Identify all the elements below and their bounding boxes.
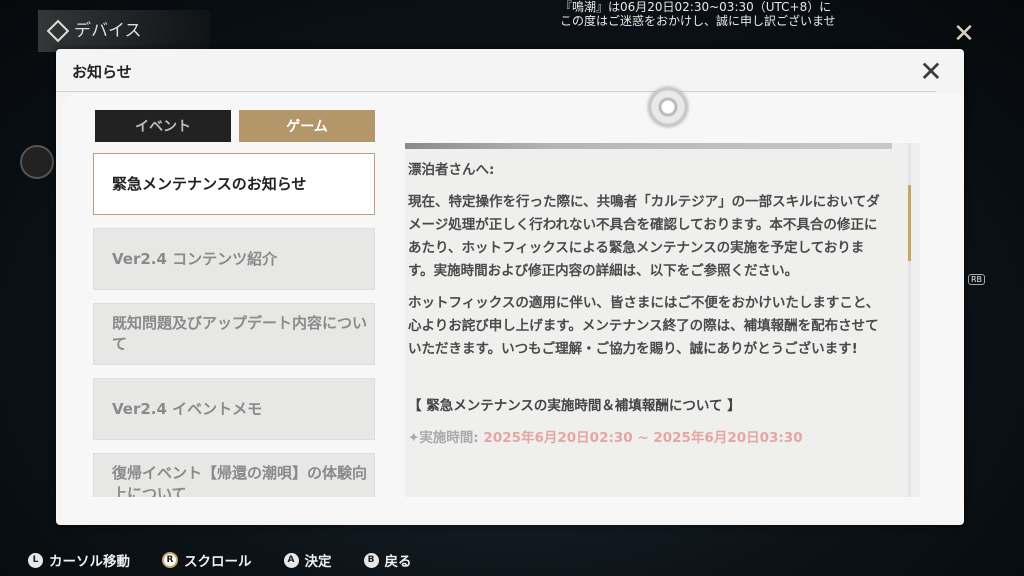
hint-cursor-move[interactable]: L カーソル移動 <box>28 550 130 570</box>
hint-label: スクロール <box>184 554 252 570</box>
close-icon[interactable]: ✕ <box>916 57 946 87</box>
background-close-icon: ✕ <box>953 19 975 49</box>
notice-modal: お知らせ ✕ イベント ゲーム 緊急メンテナンスのお知らせ Ver2.4 コンテ… <box>56 49 964 525</box>
article-greeting: 漂泊者さんへ: <box>408 162 495 178</box>
article-heading: 【 緊急メンテナンスの実施時間＆補填報酬について 】 <box>408 398 741 414</box>
rb-button-hint: RB <box>968 274 986 285</box>
r-stick-icon: R <box>162 552 178 568</box>
modal-title: お知らせ <box>72 63 132 81</box>
list-item[interactable]: 復帰イベント【帰還の潮唄】の体験向上について <box>93 453 375 497</box>
hint-confirm[interactable]: A 決定 <box>283 550 332 570</box>
a-button-icon: A <box>283 552 299 568</box>
controller-hints: L カーソル移動 R スクロール A 決定 B 戻る <box>0 544 1024 576</box>
time-label: ✦実施時間: <box>408 430 479 446</box>
background-section-title: デバイス <box>74 21 142 41</box>
article-paragraph: ホットフィックスの適用に伴い、皆さまにはご不便をおかけいたしますこと、心よりお詫… <box>408 295 880 357</box>
list-item[interactable]: Ver2.4 コンテンツ紹介 <box>93 228 375 290</box>
l-stick-icon: L <box>28 552 43 568</box>
announcement-marquee: 『鳴潮』は06月20日02:30~03:30（UTC+8）に この度はご迷惑をお… <box>560 0 850 30</box>
scrollbar-thumb[interactable] <box>908 185 911 261</box>
b-button-icon: B <box>363 552 379 568</box>
hint-label: 戻る <box>384 554 412 570</box>
background-menu-button <box>20 145 54 179</box>
title-divider <box>56 91 936 92</box>
marquee-line: この度はご迷惑をおかけし、誠に申し訳ございませ <box>560 14 836 28</box>
background-section-header: デバイス <box>38 10 210 52</box>
tab-game[interactable]: ゲーム <box>239 110 375 142</box>
hint-scroll[interactable]: R スクロール <box>162 550 252 570</box>
list-item[interactable]: 緊急メンテナンスのお知らせ <box>93 153 375 215</box>
article-text: 漂泊者さんへ: 現在、特定操作を行った際に、共鳴者「カルテジア」の一部スキルにお… <box>408 159 888 459</box>
notice-list[interactable]: 緊急メンテナンスのお知らせ Ver2.4 コンテンツ紹介 既知問題及びアップデー… <box>93 153 379 497</box>
hint-back[interactable]: B 戻る <box>363 550 412 570</box>
hint-label: 決定 <box>304 554 332 570</box>
tab-event[interactable]: イベント <box>95 110 231 142</box>
marquee-line: 『鳴潮』は06月20日02:30~03:30（UTC+8）に <box>560 0 832 14</box>
list-item[interactable]: 既知問題及びアップデート内容について <box>93 303 375 365</box>
disc-ornament-icon <box>648 87 688 127</box>
list-item[interactable]: Ver2.4 イベントメモ <box>93 378 375 440</box>
article-banner <box>405 143 892 149</box>
maintenance-time: ✦実施時間: 2025年6月20日02:30 ~ 2025年6月20日03:30 <box>408 427 888 450</box>
article-paragraph: 現在、特定操作を行った際に、共鳴者「カルテジア」の一部スキルにおいてダメージ処理… <box>408 194 880 279</box>
hint-label: カーソル移動 <box>49 554 130 570</box>
article-pane[interactable]: 漂泊者さんへ: 現在、特定操作を行った際に、共鳴者「カルテジア」の一部スキルにお… <box>405 143 920 497</box>
time-value: 2025年6月20日02:30 ~ 2025年6月20日03:30 <box>483 430 803 446</box>
diamond-icon <box>46 19 70 43</box>
